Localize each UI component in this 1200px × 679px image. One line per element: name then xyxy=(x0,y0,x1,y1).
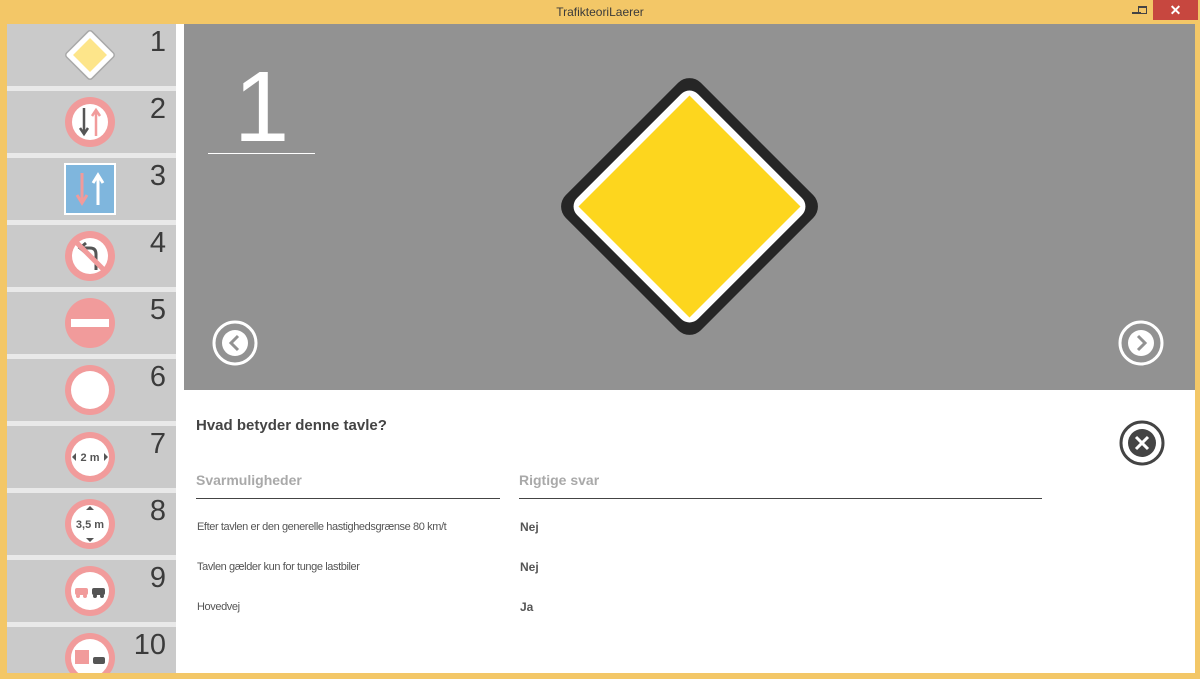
no-entry-sign-icon xyxy=(65,298,115,348)
sign-number: 2 xyxy=(149,93,166,125)
sign-number: 4 xyxy=(149,227,166,259)
sign-number: 9 xyxy=(149,562,166,594)
answer-option-text: Efter tavlen er den generelle hastigheds… xyxy=(197,521,447,533)
number-underline xyxy=(208,153,315,154)
question-title: Hvad betyder denne tavle? xyxy=(196,417,387,434)
no-u-turn-sign-icon xyxy=(65,231,115,281)
close-window-button[interactable]: ✕ xyxy=(1153,0,1198,20)
answer-row: Hovedvej Ja xyxy=(196,599,1046,619)
answer-option-text: Hovedvej xyxy=(197,601,240,613)
max-width-label: 2 m xyxy=(81,452,100,464)
no-overtaking-sign-icon xyxy=(65,566,115,616)
priority-road-sign-icon xyxy=(561,78,818,335)
current-sign-number: 1 xyxy=(233,51,290,163)
sign-number: 8 xyxy=(149,495,166,527)
title-bar: TrafikteoriLaerer ✕ xyxy=(0,0,1200,24)
sign-number: 1 xyxy=(149,26,166,58)
previous-sign-button[interactable] xyxy=(212,320,258,366)
sign-number: 3 xyxy=(149,160,166,192)
sign-number: 5 xyxy=(149,294,166,326)
sign-list-item-3[interactable]: 3 xyxy=(7,158,176,220)
maximize-button[interactable] xyxy=(1131,0,1153,20)
sign-number: 10 xyxy=(133,629,166,661)
answer-options-header: Svarmuligheder xyxy=(196,472,302,488)
sign-list-item-7[interactable]: 2 m 7 xyxy=(7,426,176,488)
sign-list-item-1[interactable]: 1 xyxy=(7,24,176,86)
yield-oncoming-traffic-sign-icon xyxy=(65,97,115,147)
max-width-sign-icon: 2 m xyxy=(65,432,115,482)
correct-answer-value: Nej xyxy=(520,560,539,574)
options-divider xyxy=(196,498,500,499)
sign-list-item-10[interactable]: 10 xyxy=(7,627,176,673)
sign-viewer: 1 xyxy=(184,24,1195,390)
sign-list-item-6[interactable]: 6 xyxy=(7,359,176,421)
maximize-icon xyxy=(1137,6,1147,14)
answer-row: Tavlen gælder kun for tunge lastbiler Ne… xyxy=(196,559,1046,579)
answer-row: Efter tavlen er den generelle hastigheds… xyxy=(196,519,1046,539)
correct-answer-value: Ja xyxy=(520,600,534,614)
correct-answers-header: Rigtige svar xyxy=(519,472,600,488)
sign-list-item-4[interactable]: 4 xyxy=(7,225,176,287)
sign-list-item-2[interactable]: 2 xyxy=(7,91,176,153)
close-question-button[interactable] xyxy=(1119,420,1165,466)
sign-number: 6 xyxy=(149,361,166,393)
sign-list-item-5[interactable]: 5 xyxy=(7,292,176,354)
next-sign-button[interactable] xyxy=(1118,320,1164,366)
no-vehicles-sign-icon xyxy=(65,365,115,415)
sign-list-item-9[interactable]: 9 xyxy=(7,560,176,622)
answer-option-text: Tavlen gælder kun for tunge lastbiler xyxy=(197,561,360,573)
no-overtaking-trucks-sign-icon xyxy=(65,633,115,673)
priority-road-sign-icon xyxy=(65,30,115,80)
answers-divider xyxy=(519,498,1042,499)
max-height-sign-icon: 3,5 m xyxy=(65,499,115,549)
close-icon: ✕ xyxy=(1169,2,1182,18)
sign-list-item-8[interactable]: 3,5 m 8 xyxy=(7,493,176,555)
window-title: TrafikteoriLaerer xyxy=(556,5,644,19)
client-area: 1 2 3 4 5 6 2 m 7 3,5 m 8 9 10 1 Hvad be… xyxy=(7,24,1195,673)
priority-over-oncoming-traffic-sign-icon xyxy=(64,163,116,215)
correct-answer-value: Nej xyxy=(520,520,539,534)
sign-list[interactable]: 1 2 3 4 5 6 2 m 7 3,5 m 8 9 10 xyxy=(7,24,176,673)
app-window: TrafikteoriLaerer ✕ 1 2 3 4 5 6 2 m 7 3,… xyxy=(0,0,1200,679)
max-height-label: 3,5 m xyxy=(76,519,104,531)
sign-number: 7 xyxy=(149,428,166,460)
